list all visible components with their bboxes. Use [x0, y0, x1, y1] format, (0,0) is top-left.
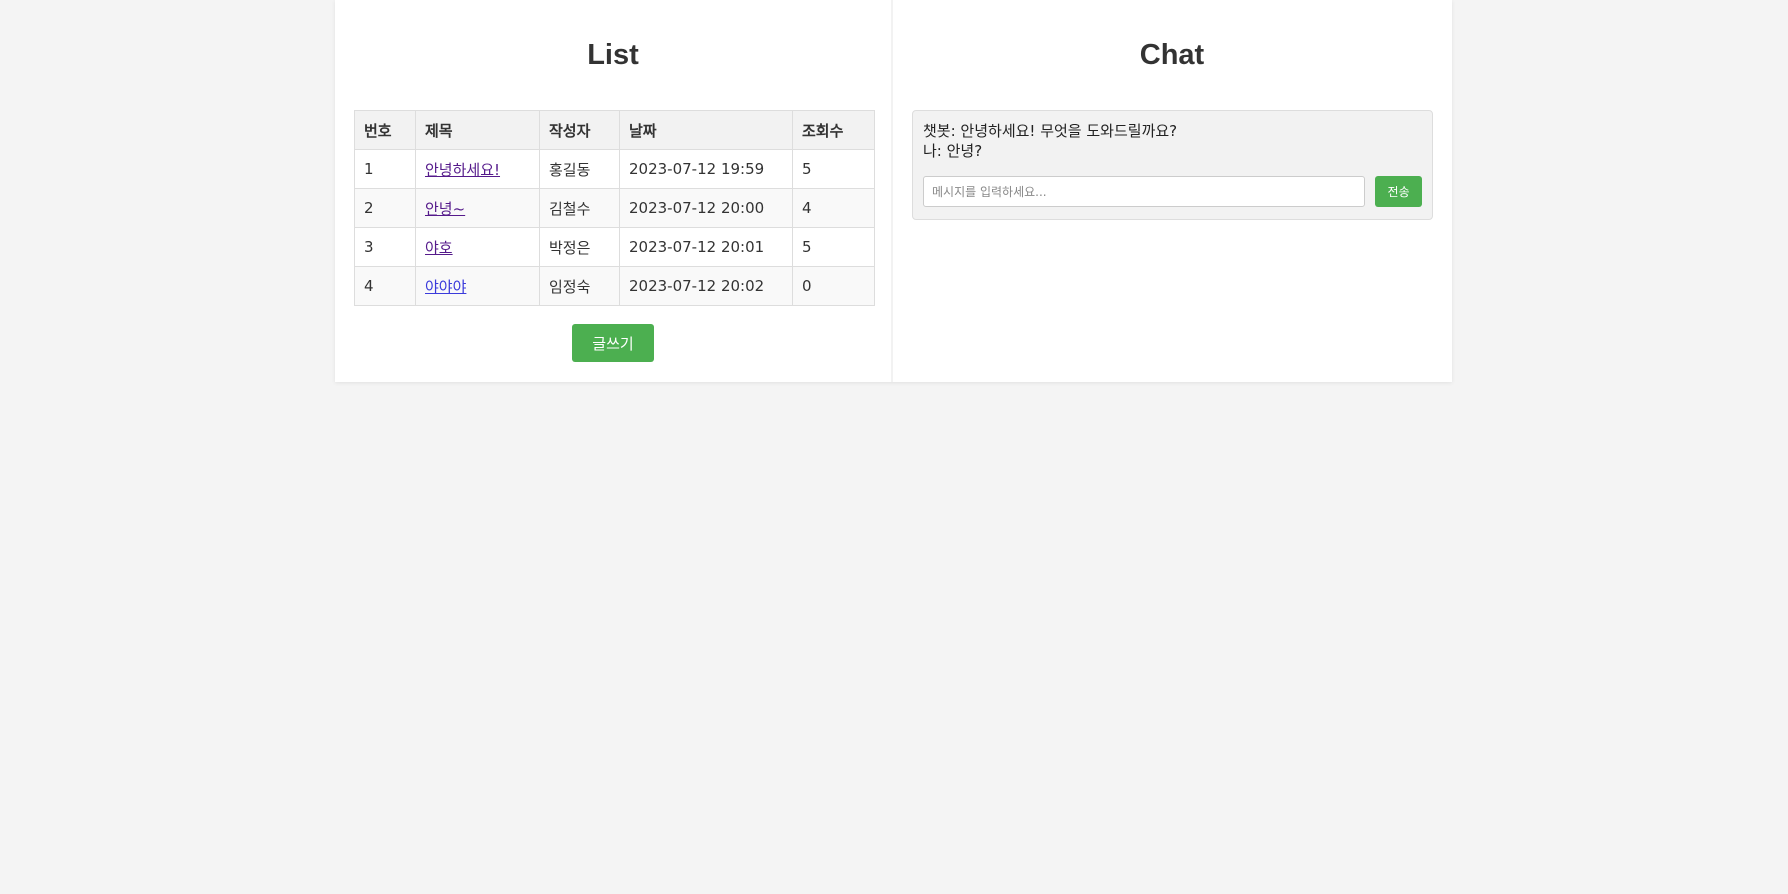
chat-title: Chat	[1139, 39, 1205, 71]
table-row: 2 안녕~ 김철수 2023-07-12 20:00 4	[354, 188, 875, 228]
chat-box: 챗봇: 안녕하세요! 무엇을 도와드릴까요? 나: 안녕? 전송	[912, 110, 1433, 220]
row-date: 2023-07-12 19:59	[619, 149, 793, 189]
header-views: 조회수	[792, 110, 875, 150]
post-link[interactable]: 야호	[425, 239, 453, 257]
chat-message-bot: 챗봇: 안녕하세요! 무엇을 도와드릴까요?	[923, 122, 1178, 140]
row-number: 2	[354, 188, 416, 228]
table-row: 3 야호 박정은 2023-07-12 20:01 5	[354, 227, 875, 267]
row-number: 3	[354, 227, 416, 267]
post-link[interactable]: 야야야	[425, 278, 466, 296]
header-date: 날짜	[619, 110, 793, 150]
row-author: 홍길동	[539, 149, 620, 189]
list-title: List	[587, 39, 639, 71]
chat-message-user: 나: 안녕?	[923, 142, 983, 160]
table-header-row: 번호 제목 작성자 날짜 조회수	[354, 110, 875, 150]
row-number: 4	[354, 266, 416, 306]
table-row: 1 안녕하세요! 홍길동 2023-07-12 19:59 5	[354, 149, 875, 189]
row-views: 4	[792, 188, 875, 228]
row-author: 김철수	[539, 188, 620, 228]
row-views: 5	[792, 149, 875, 189]
header-number: 번호	[354, 110, 416, 150]
row-views: 0	[792, 266, 875, 306]
row-views: 5	[792, 227, 875, 267]
row-number: 1	[354, 149, 416, 189]
message-input[interactable]	[923, 176, 1366, 207]
row-title-cell: 야호	[415, 227, 540, 267]
post-link[interactable]: 안녕하세요!	[425, 161, 500, 179]
write-button[interactable]: 글쓰기	[572, 324, 654, 362]
row-date: 2023-07-12 20:00	[619, 188, 793, 228]
row-title-cell: 안녕~	[415, 188, 540, 228]
row-title-cell: 야야야	[415, 266, 540, 306]
row-title-cell: 안녕하세요!	[415, 149, 540, 189]
post-table: 번호 제목 작성자 날짜 조회수 1 안녕하세요! 홍길동 2023-07-12…	[354, 110, 875, 306]
table-row: 4 야야야 임정숙 2023-07-12 20:02 0	[354, 266, 875, 306]
header-author: 작성자	[539, 110, 620, 150]
write-button-container: 글쓰기	[354, 324, 872, 362]
row-date: 2023-07-12 20:01	[619, 227, 793, 267]
main-container: List 번호 제목 작성자 날짜 조회수 1 안녕하세요! 홍길동 2023-…	[335, 0, 1452, 382]
post-link[interactable]: 안녕~	[425, 200, 465, 218]
row-author: 박정은	[539, 227, 620, 267]
list-panel: List 번호 제목 작성자 날짜 조회수 1 안녕하세요! 홍길동 2023-…	[335, 0, 893, 382]
row-date: 2023-07-12 20:02	[619, 266, 793, 306]
row-author: 임정숙	[539, 266, 620, 306]
send-button[interactable]: 전송	[1375, 176, 1422, 207]
chat-form: 전송	[923, 176, 1422, 207]
header-title: 제목	[415, 110, 540, 150]
chat-panel: Chat 챗봇: 안녕하세요! 무엇을 도와드릴까요? 나: 안녕? 전송	[893, 0, 1451, 382]
